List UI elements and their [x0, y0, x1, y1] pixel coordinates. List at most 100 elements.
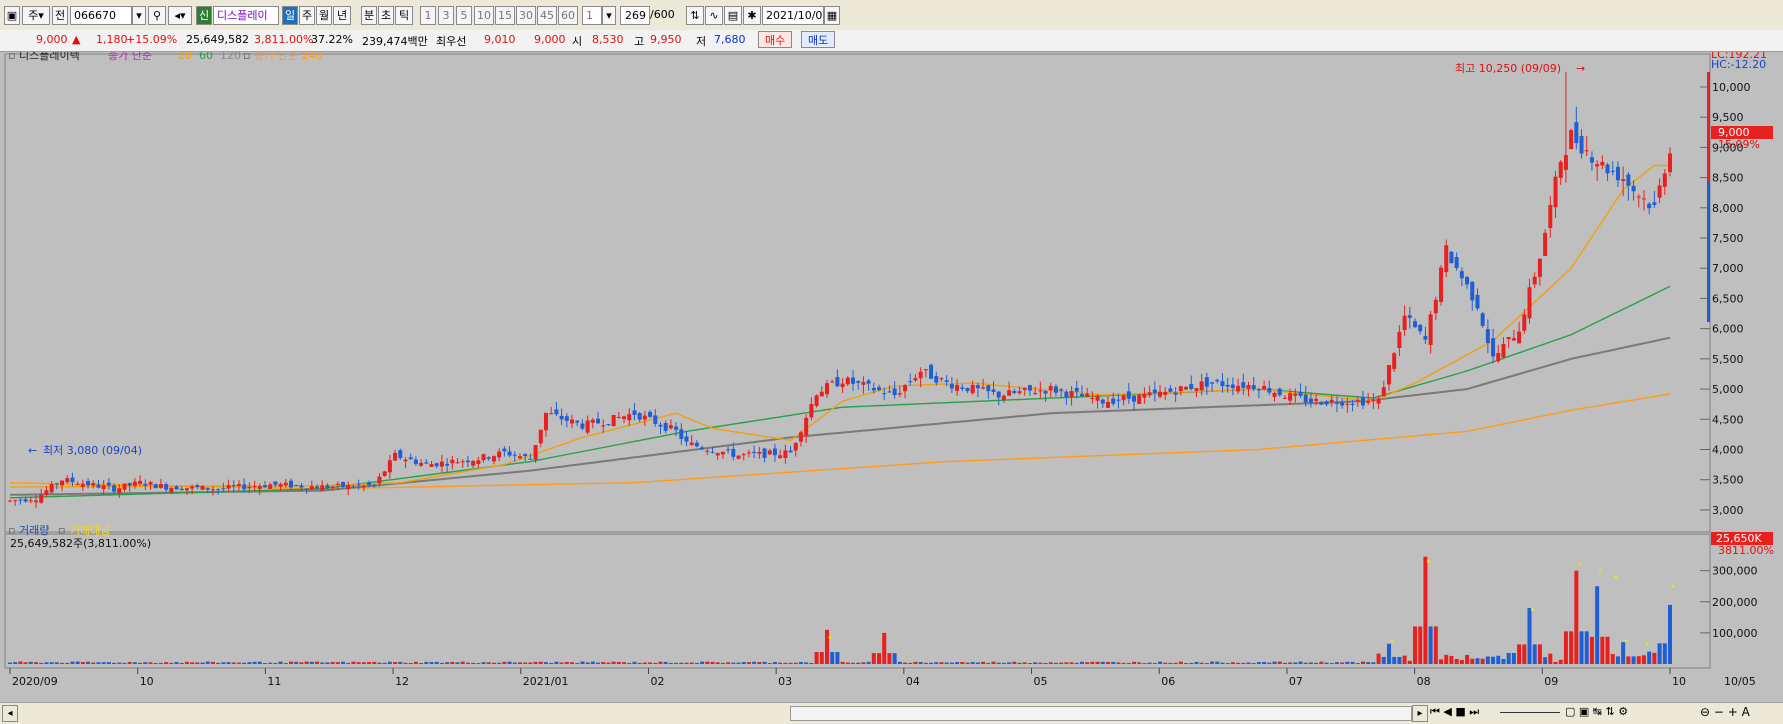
candle-body: [694, 442, 699, 447]
candle-body: [679, 429, 684, 439]
calendar-icon[interactable]: ▦: [824, 6, 840, 25]
scroll-right-icon[interactable]: ▸: [1412, 705, 1428, 722]
volume-bar: [1033, 662, 1038, 664]
candle-body: [970, 384, 975, 394]
candle-body: [1314, 398, 1319, 401]
volume-bar: [44, 662, 49, 664]
chart-settings-icon[interactable]: ⇅: [686, 6, 704, 25]
candle-body: [70, 477, 75, 483]
volume-bar: [1126, 662, 1131, 664]
volume-bar: [564, 661, 569, 664]
interval-45[interactable]: 45: [537, 6, 557, 25]
interval-3[interactable]: 3: [438, 6, 454, 25]
volume-bar: [783, 662, 788, 664]
zoom-slider[interactable]: [1500, 712, 1560, 713]
candle-body: [1059, 389, 1064, 391]
code-input[interactable]: 066670: [70, 6, 132, 25]
volume-bar: [1537, 644, 1542, 664]
candle-body: [1001, 395, 1006, 401]
view-icons[interactable]: ▢ ▣ ↹ ⇅ ⚙: [1565, 705, 1628, 718]
candle-body: [106, 482, 111, 486]
scroll-bar[interactable]: ◂ ▸ ⏮ ◀ ■ ⏭ ▢ ▣ ↹ ⇅ ⚙ ⊖ − + A: [0, 702, 1783, 724]
candle-body: [1288, 393, 1293, 401]
sell-button[interactable]: 매도: [801, 31, 836, 48]
volume-bar: [663, 661, 668, 664]
code-dropdown-icon[interactable]: ▾: [132, 6, 146, 25]
speaker-icon[interactable]: ◂▾: [168, 6, 192, 25]
scroll-thumb[interactable]: [790, 706, 1412, 721]
volume-bar: [694, 662, 699, 664]
interval-15[interactable]: 15: [495, 6, 515, 25]
volume-bar: [746, 662, 751, 664]
count-input[interactable]: 269: [620, 6, 650, 25]
legend-ma20: 20: [178, 52, 192, 62]
volume-bar: [1350, 661, 1355, 664]
candle-body: [356, 484, 361, 486]
volume-bar: [372, 661, 377, 664]
volume-bar: [1121, 662, 1126, 664]
candle-body: [1043, 390, 1048, 394]
playback-icons[interactable]: ⏮ ◀ ■ ⏭: [1430, 705, 1479, 719]
volume-bar: [1308, 662, 1313, 664]
price-chart[interactable]: 10,0009,5009,0008,5008,0007,5007,0006,50…: [0, 48, 1783, 702]
interval-60[interactable]: 60: [558, 6, 578, 25]
prev-button[interactable]: 전: [52, 6, 68, 25]
volume-bar: [767, 663, 772, 664]
volume-bar: [1626, 656, 1631, 664]
up-arrow-icon: ▲: [72, 33, 81, 46]
volume-bar: [1621, 642, 1626, 664]
volume-bar: [413, 661, 418, 664]
candle-body: [564, 416, 569, 421]
interval-1[interactable]: 1: [420, 6, 436, 25]
interval-dropdown-icon[interactable]: ▾: [602, 6, 616, 25]
volume-bar: [658, 661, 663, 664]
volume-bar: [1423, 556, 1428, 664]
candle-body: [1178, 386, 1183, 392]
tab-year[interactable]: 년: [333, 6, 351, 25]
zoom-icons[interactable]: ⊖ − + A: [1700, 705, 1750, 719]
candle-body: [1048, 386, 1053, 391]
volume-bar: [684, 662, 689, 664]
candle-body: [65, 478, 70, 483]
search-icon[interactable]: ⚲: [148, 6, 166, 25]
interval-30[interactable]: 30: [516, 6, 536, 25]
volume-bar: [814, 652, 819, 664]
volume-bar: [585, 662, 590, 664]
interval-input[interactable]: 1: [582, 6, 602, 25]
volume-bar: [132, 662, 137, 664]
candle-body: [309, 486, 314, 490]
volume-bar: [1204, 663, 1209, 664]
candle-body: [601, 425, 606, 427]
tab-week[interactable]: 주: [299, 6, 315, 25]
volume-bar: [1189, 662, 1194, 664]
candle-body: [871, 387, 876, 391]
candle-body: [1641, 198, 1646, 200]
tab-second[interactable]: 초: [378, 6, 394, 25]
tab-minute[interactable]: 분: [361, 6, 377, 25]
save-icon[interactable]: ▤: [724, 6, 742, 25]
volume-bar: [757, 662, 762, 664]
chart-area[interactable]: 10,000 9,500 9,000 8,500 8,000 7,500 7,000 6,50…: [0, 48, 1783, 702]
indicator-icon[interactable]: ∿: [705, 6, 723, 25]
gear-icon[interactable]: ✱: [743, 6, 761, 25]
volume-bar: [877, 653, 882, 664]
candle-body: [944, 380, 949, 382]
priority-label: 최우선: [436, 35, 467, 48]
volume-bar: [1376, 653, 1381, 664]
volume-bar: [903, 662, 908, 664]
window-icon[interactable]: ▣: [4, 6, 20, 25]
tab-tick[interactable]: 틱: [395, 6, 413, 25]
date-input[interactable]: 2021/10/05: [762, 6, 824, 25]
candle-body: [372, 484, 377, 486]
interval-10[interactable]: 10: [474, 6, 494, 25]
scroll-left-icon[interactable]: ◂: [2, 705, 18, 722]
buy-button[interactable]: 매수: [758, 31, 793, 48]
candle-body: [1605, 164, 1610, 174]
interval-5[interactable]: 5: [456, 6, 472, 25]
volume-bar: [491, 662, 496, 664]
mode-select[interactable]: 주▾: [22, 6, 50, 25]
tab-day[interactable]: 일: [282, 6, 298, 25]
candle-body: [8, 500, 12, 502]
current-pct-label: 15.09%: [1718, 138, 1760, 151]
tab-month[interactable]: 월: [316, 6, 332, 25]
